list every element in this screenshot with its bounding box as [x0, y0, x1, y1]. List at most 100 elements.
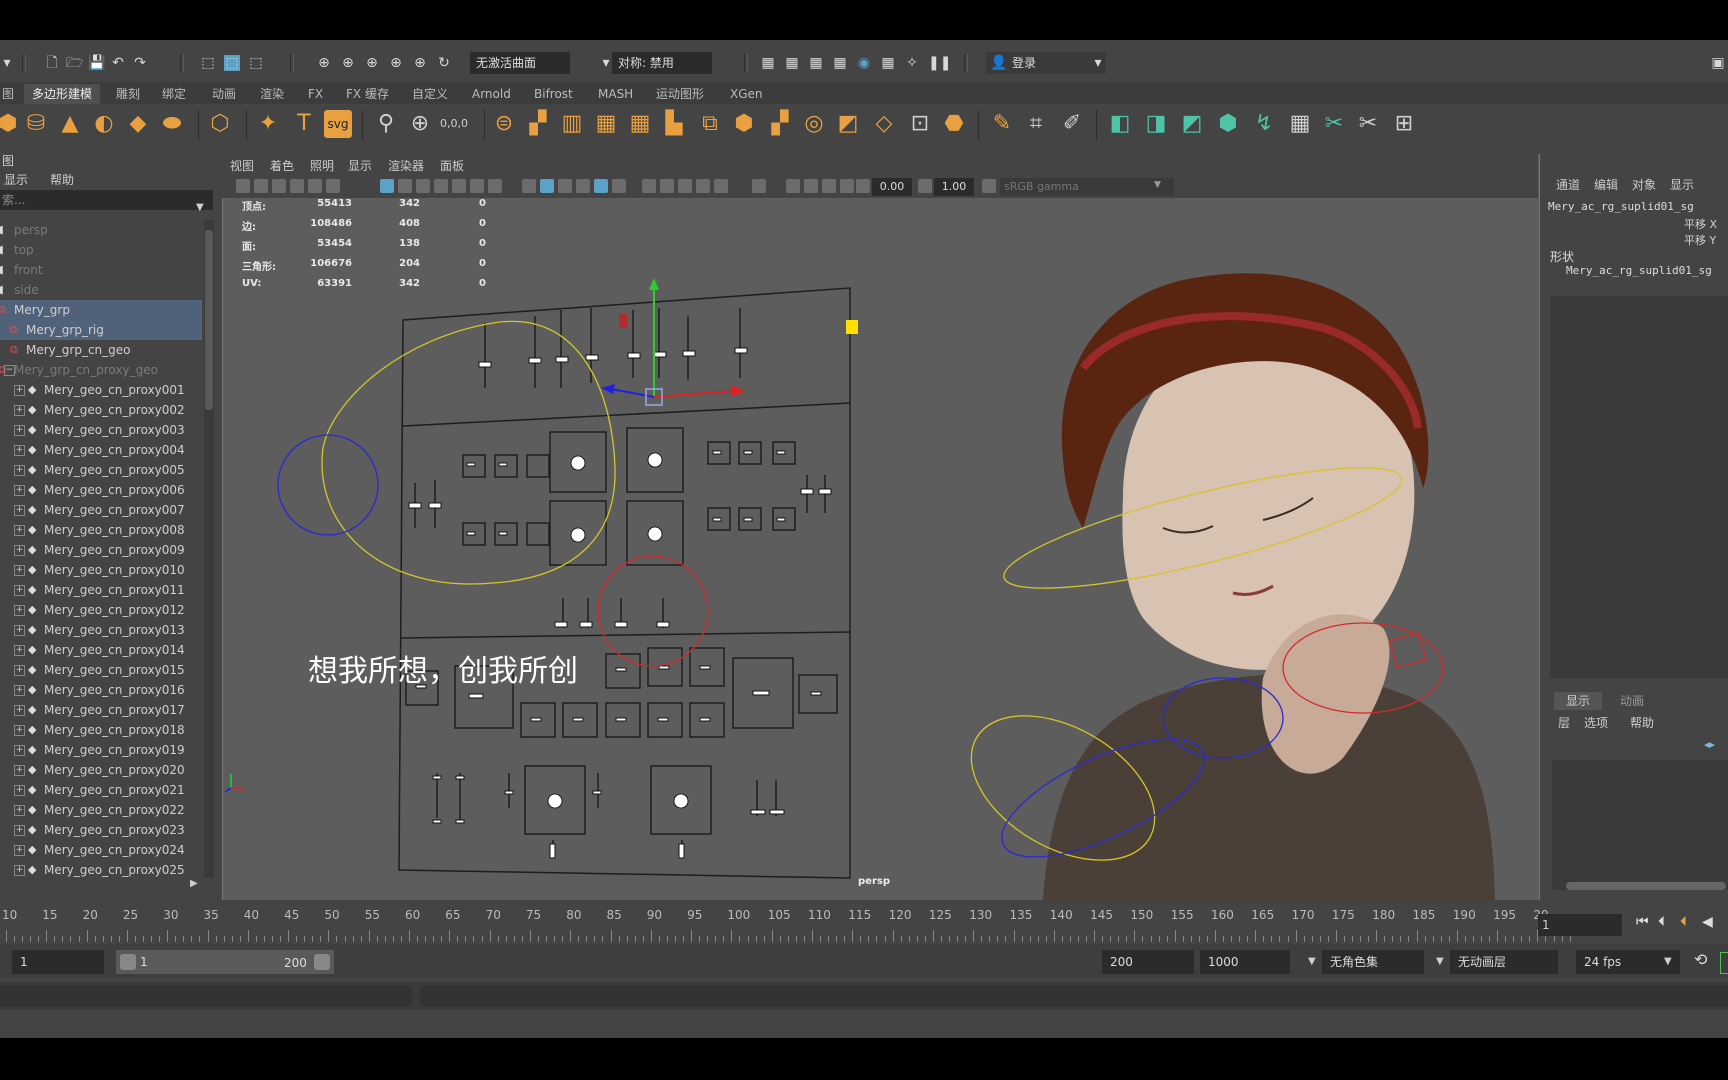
type-tool-icon[interactable]: T	[290, 110, 318, 138]
extract-icon[interactable]: ▦	[592, 110, 620, 138]
poly-disc-icon[interactable]: ⬬	[158, 110, 186, 138]
super-shape-icon[interactable]: ✦	[254, 110, 282, 138]
layer-menu-options[interactable]: 选项	[1584, 714, 1608, 731]
textured-icon[interactable]	[594, 179, 608, 193]
poly-cube-icon[interactable]: ⬢	[0, 110, 22, 138]
cylindrical-map-icon[interactable]: ◩	[1178, 110, 1206, 138]
exposure-icon[interactable]	[856, 179, 870, 193]
triangulate-icon[interactable]: ◩	[834, 110, 862, 138]
smooth-icon[interactable]: ▥	[558, 110, 586, 138]
viewport-menu-shading[interactable]: 着色	[270, 157, 294, 174]
planar-map-icon[interactable]: ◨	[1142, 110, 1170, 138]
expand-toggle-icon[interactable]: +	[14, 625, 25, 636]
shape-node-name[interactable]: Mery_ac_rg_suplid01_sg	[1566, 264, 1712, 277]
outliner-item[interactable]: + ◆ Mery_geo_cn_proxy010	[0, 560, 202, 580]
live-surface-field[interactable]: 无激活曲面	[470, 52, 570, 74]
scrollbar-thumb[interactable]	[205, 230, 213, 410]
current-frame-field[interactable]: 1	[1538, 914, 1622, 936]
extrude-icon[interactable]: ⧉	[696, 110, 724, 138]
resolution-gate-icon[interactable]	[416, 179, 430, 193]
poly-cylinder-icon[interactable]: ⛁	[22, 110, 50, 138]
viewport-menu-panels[interactable]: 面板	[440, 157, 464, 174]
snap-together-icon[interactable]: ↻	[436, 55, 452, 71]
expand-toggle-icon[interactable]: +	[14, 585, 25, 596]
anim-end-field[interactable]: 1000	[1200, 950, 1290, 974]
poly-cone-icon[interactable]: ▲	[56, 110, 84, 138]
viewport-menu-show[interactable]: 显示	[348, 157, 372, 174]
expand-toggle-icon[interactable]: +	[14, 665, 25, 676]
gamma-icon[interactable]	[918, 179, 932, 193]
outliner-item[interactable]: + ◆ Mery_geo_cn_proxy021	[0, 780, 202, 800]
snap-point-icon[interactable]: ⊕	[364, 55, 380, 71]
hypershade-icon[interactable]: ◉	[856, 55, 872, 71]
expand-toggle-icon[interactable]: +	[14, 645, 25, 656]
view-transform-icon[interactable]	[982, 179, 996, 193]
mirror-icon[interactable]: ▦	[626, 110, 654, 138]
outliner-item[interactable]: + ◆ Mery_geo_cn_proxy011	[0, 580, 202, 600]
time-slider[interactable]: 10 15 20 25 30 35 40 45 50 55 60 65 70 75 80 85 90 95 100 1…	[0, 900, 1728, 942]
outliner-item[interactable]: + ◆ Mery_geo_cn_proxy014	[0, 640, 202, 660]
expand-toggle-icon[interactable]: +	[14, 445, 25, 456]
outliner-item[interactable]: + ◆ Mery_geo_cn_proxy012	[0, 600, 202, 620]
film-gate-icon[interactable]	[398, 179, 412, 193]
xray-active-icon[interactable]	[822, 179, 836, 193]
outliner-item[interactable]: ⧉ Mery_grp_cn_geo	[0, 340, 202, 360]
channel-box-menu-object[interactable]: 对象	[1632, 176, 1656, 193]
viewport-menu-lighting[interactable]: 照明	[310, 157, 334, 174]
color-space-field[interactable]: sRGB gamma	[1000, 178, 1174, 196]
expand-toggle-icon[interactable]: +	[14, 705, 25, 716]
new-layer-icon[interactable]: ◂▸	[1704, 738, 1715, 751]
symmetry-field[interactable]: 对称: 禁用	[612, 52, 712, 74]
scroll-right-icon[interactable]: ▶	[190, 878, 198, 889]
outliner-item[interactable]: + ◆ Mery_geo_cn_proxy015	[0, 660, 202, 680]
outliner-item[interactable]: + ◆ Mery_geo_cn_proxy004	[0, 440, 202, 460]
expand-toggle-icon[interactable]: +	[14, 765, 25, 776]
expand-toggle-icon[interactable]: +	[14, 725, 25, 736]
depth-of-field-icon[interactable]	[714, 179, 728, 193]
shadows-icon[interactable]	[642, 179, 656, 193]
xray-joints-icon[interactable]	[804, 179, 818, 193]
open-scene-icon[interactable]: 🗁	[66, 55, 83, 71]
shelf-tab-bifrost[interactable]: Bifrost	[526, 84, 581, 104]
pause-viewport-icon[interactable]: ❚❚	[928, 55, 951, 71]
platonic-solid-icon[interactable]: ⬡	[206, 110, 234, 138]
channel-box-menu-edit[interactable]: 编辑	[1594, 176, 1618, 193]
uv-editor-icon[interactable]: ◧	[1106, 110, 1134, 138]
quadrangulate-icon[interactable]: ◇	[870, 110, 898, 138]
selected-node-name[interactable]: Mery_ac_rg_suplid01_sg	[1548, 200, 1694, 213]
outliner-item[interactable]: + ◆ Mery_geo_cn_proxy024	[0, 840, 202, 860]
expand-toggle-icon[interactable]: +	[14, 605, 25, 616]
field-chart-icon[interactable]	[452, 179, 466, 193]
outliner-item[interactable]: + ◆ Mery_geo_cn_proxy002	[0, 400, 202, 420]
sidebar-toggle-icon[interactable]: ▣	[1710, 55, 1726, 71]
end-frame-field[interactable]: 200	[1102, 950, 1194, 974]
mel-input[interactable]	[0, 986, 412, 1006]
select-component-icon[interactable]: ⬚	[248, 55, 264, 71]
outliner-item[interactable]: + ◆ Mery_geo_cn_proxy013	[0, 620, 202, 640]
expand-toggle-icon[interactable]: +	[14, 505, 25, 516]
sew-uv-icon[interactable]: ✂	[1354, 110, 1382, 138]
outliner-item[interactable]: ◖ persp	[0, 220, 202, 240]
exposure-field[interactable]: 0.00	[872, 178, 912, 196]
image-plane-icon[interactable]	[290, 179, 304, 193]
save-scene-icon[interactable]: 💾	[88, 55, 105, 71]
default-material-icon[interactable]	[558, 179, 572, 193]
expand-toggle-icon[interactable]: +	[14, 385, 25, 396]
expand-toggle-icon[interactable]: +	[14, 805, 25, 816]
annotation-icon[interactable]: ⊕	[406, 110, 434, 138]
poly-torus-icon[interactable]: ◐	[90, 110, 118, 138]
shelf-tab-fx-cache[interactable]: FX 缓存	[338, 84, 397, 104]
checker-map-icon[interactable]: ▦	[1286, 110, 1314, 138]
use-all-lights-icon[interactable]	[612, 179, 626, 193]
redo-icon[interactable]: ↷	[132, 55, 148, 71]
expand-toggle-icon[interactable]: +	[14, 405, 25, 416]
render-settings-icon[interactable]: ▦	[832, 55, 848, 71]
light-editor-icon[interactable]: ✧	[904, 55, 920, 71]
snap-view-plane-icon[interactable]: ⊕	[388, 55, 404, 71]
shelf-tab-motion-graphics[interactable]: 运动图形	[648, 84, 712, 104]
layer-scrollbar[interactable]	[1566, 882, 1726, 890]
render-setup-icon[interactable]: ▦	[880, 55, 896, 71]
expand-toggle-icon[interactable]: +	[14, 745, 25, 756]
outliner-item[interactable]: − ⧉ Mery_grp_cn_proxy_geo	[0, 360, 202, 380]
character-set-field[interactable]: 无角色集	[1322, 950, 1424, 974]
